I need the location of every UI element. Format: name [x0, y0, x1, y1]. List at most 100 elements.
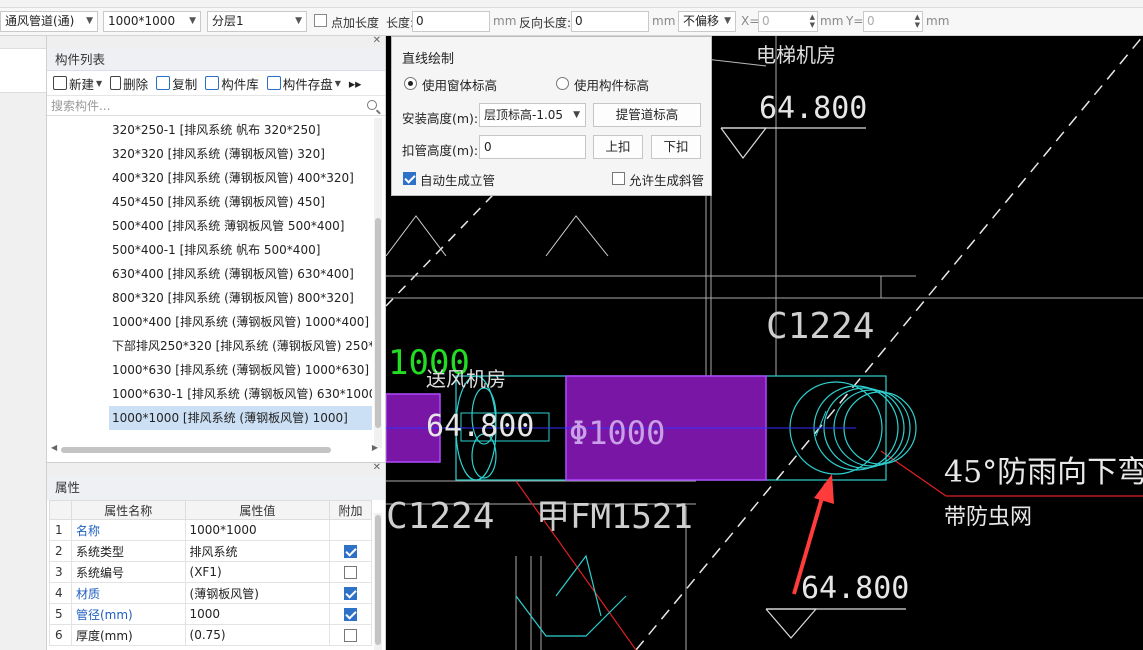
left-strip-row[interactable] [0, 49, 46, 93]
spinner-icon[interactable]: ▲ ▼ [915, 13, 920, 29]
scroll-right-icon[interactable]: ▶ [372, 443, 378, 452]
property-value[interactable]: 1000 [184, 603, 331, 625]
list-item[interactable]: 下部排风250*320 [排风系统 (薄钢板风管) 250*3 [47, 334, 372, 358]
row-number: 6 [49, 624, 72, 646]
list-item[interactable]: 320*320 [排风系统 (薄钢板风管) 320] [47, 142, 372, 166]
spinner-icon[interactable]: ▲ ▼ [810, 13, 815, 29]
list-item[interactable]: 800*320 [排风系统 (薄钢板风管) 800*320] [47, 286, 372, 310]
table-row[interactable]: 2 系统类型 排风系统 [49, 540, 372, 562]
layer-select[interactable]: 分层1 ▼ [207, 11, 307, 32]
property-name: 系统类型 [70, 540, 186, 562]
y-input[interactable]: 0 ▲ ▼ [863, 11, 923, 32]
list-item[interactable]: 320*250-1 [排风系统 帆布 320*250] [47, 118, 372, 142]
note-line-1: 45°防雨向下弯 [944, 455, 1143, 490]
close-icon[interactable]: ✕ [373, 462, 381, 473]
props-vertical-scrollbar[interactable] [374, 513, 382, 650]
elevation-bottom: 64.800 [801, 571, 909, 606]
property-value[interactable]: 排风系统 [184, 540, 331, 562]
pipe-height-button[interactable]: 提管道标高 [593, 103, 701, 127]
type-select[interactable]: 通风管道(通) ▼ [0, 11, 98, 32]
component-list-title: 构件列表 [47, 49, 385, 71]
dashed-guide-line [635, 36, 1143, 650]
x-value: 0 [762, 14, 770, 28]
attach-checkbox[interactable] [344, 545, 358, 558]
list-item-selected[interactable]: 1000*1000 [排风系统 (薄钢板风管) 1000] [109, 406, 372, 430]
list-item[interactable]: 1000*630 [排风系统 (薄钢板风管) 1000*630] [47, 358, 372, 382]
radio-component-elevation[interactable] [556, 77, 569, 90]
left-strip-header [0, 36, 46, 49]
label-elevator-room: 电梯机房 [756, 43, 836, 67]
up-button[interactable]: 上扣 [593, 135, 643, 159]
radio-window-elevation[interactable] [404, 77, 417, 90]
property-extra [329, 561, 372, 583]
save-component-button[interactable]: 构件存盘 ▼ [266, 74, 345, 93]
property-name: 名称 [70, 519, 186, 541]
col-extra-header: 附加 [329, 500, 372, 520]
dialog-title: 直线绘制 [402, 52, 455, 67]
table-row[interactable]: 4 材质 (薄钢板风管) [49, 582, 372, 604]
door-swing [545, 215, 609, 257]
attach-checkbox[interactable] [344, 566, 358, 579]
attach-checkbox[interactable] [344, 587, 358, 600]
property-value[interactable]: 1000*1000 [184, 519, 331, 541]
copy-button[interactable]: 复制 [156, 74, 201, 93]
reverse-length-input[interactable]: 0 [571, 11, 649, 32]
point-length-checkbox[interactable] [314, 14, 327, 27]
list-item[interactable]: 500*400 [排风系统 薄钢板风管 500*400] [47, 214, 372, 238]
col-num-header [49, 500, 72, 520]
list-item[interactable]: 400*320 [排风系统 (薄钢板风管) 400*320] [47, 166, 372, 190]
row-number: 3 [49, 561, 72, 583]
scrollbar-thumb[interactable] [375, 515, 381, 645]
col-value-header: 属性值 [184, 500, 331, 520]
new-button[interactable]: 新建 ▼ [53, 74, 106, 93]
length-input[interactable]: 0 [412, 11, 490, 32]
attach-checkbox[interactable] [344, 608, 358, 621]
list-item[interactable]: 1000*400 [排风系统 (薄钢板风管) 1000*400] [47, 310, 372, 334]
install-height-select[interactable]: 层顶标高-1.05 ▼ [479, 103, 586, 127]
property-value[interactable]: (薄钢板风管) [184, 582, 331, 604]
y-unit: mm [926, 14, 950, 28]
delete-button[interactable]: 删除 [110, 74, 152, 93]
attach-checkbox[interactable] [344, 629, 358, 642]
point-length-label: 点加长度 [331, 16, 380, 30]
x-input[interactable]: 0 ▲ ▼ [758, 11, 818, 32]
overflow-icon[interactable]: ▸▸ [349, 76, 366, 91]
offset-select[interactable]: 不偏移 ▼ [678, 11, 736, 32]
table-row[interactable]: 5 管径(mm) 1000 [49, 603, 372, 625]
scroll-left-icon[interactable]: ◀ [51, 443, 57, 452]
library-button[interactable]: 构件库 [205, 74, 263, 93]
library-icon [205, 76, 220, 90]
table-row[interactable]: 3 系统编号 (XF1) [49, 561, 372, 583]
search-icon[interactable] [367, 100, 377, 110]
component-list-panel: ✕ 构件列表 新建 ▼ 删除 复制 构件库 构件存盘 ▼ ▸▸ 搜索构件... [47, 35, 386, 462]
list-horizontal-scrollbar[interactable]: ◀ ▶ [51, 443, 378, 454]
save-icon [266, 76, 281, 90]
allow-slope-checkbox[interactable] [612, 172, 625, 185]
scrollbar-thumb[interactable] [61, 447, 331, 453]
red-arrow-head [814, 474, 834, 504]
property-name: 系统编号 [70, 561, 186, 583]
auto-riser-checkbox[interactable] [403, 172, 416, 185]
search-input[interactable]: 搜索构件... [47, 96, 385, 116]
list-vertical-scrollbar[interactable] [374, 118, 382, 448]
x-unit: mm [820, 14, 844, 28]
table-row[interactable]: 6 厚度(mm) (0.75) [49, 624, 372, 646]
down-button[interactable]: 下扣 [651, 135, 701, 159]
list-item[interactable]: 450*450 [排风系统 (薄钢板风管) 450] [47, 190, 372, 214]
close-icon[interactable]: ✕ [373, 35, 381, 46]
scrollbar-thumb[interactable] [375, 218, 381, 428]
allow-slope-label: 允许生成斜管 [629, 173, 705, 188]
list-item[interactable]: 500*400-1 [排风系统 帆布 500*400] [47, 238, 372, 262]
label-c1224-left: C1224 [386, 496, 494, 537]
table-row[interactable]: 1 名称 1000*1000 [49, 519, 372, 541]
property-value[interactable]: (XF1) [184, 561, 331, 583]
list-item[interactable]: 630*400 [排风系统 (薄钢板风管) 630*400] [47, 262, 372, 286]
funnel [555, 554, 602, 617]
property-value[interactable]: (0.75) [184, 624, 331, 646]
deduct-height-input[interactable]: 0 [479, 135, 586, 159]
property-extra [329, 519, 372, 541]
save-label: 构件存盘 [282, 76, 333, 92]
list-item[interactable]: 1000*630-1 [排风系统 (薄钢板风管) 630*1000] [47, 382, 372, 406]
size-select[interactable]: 1000*1000 ▼ [103, 11, 201, 32]
col-name-header: 属性名称 [70, 500, 186, 520]
